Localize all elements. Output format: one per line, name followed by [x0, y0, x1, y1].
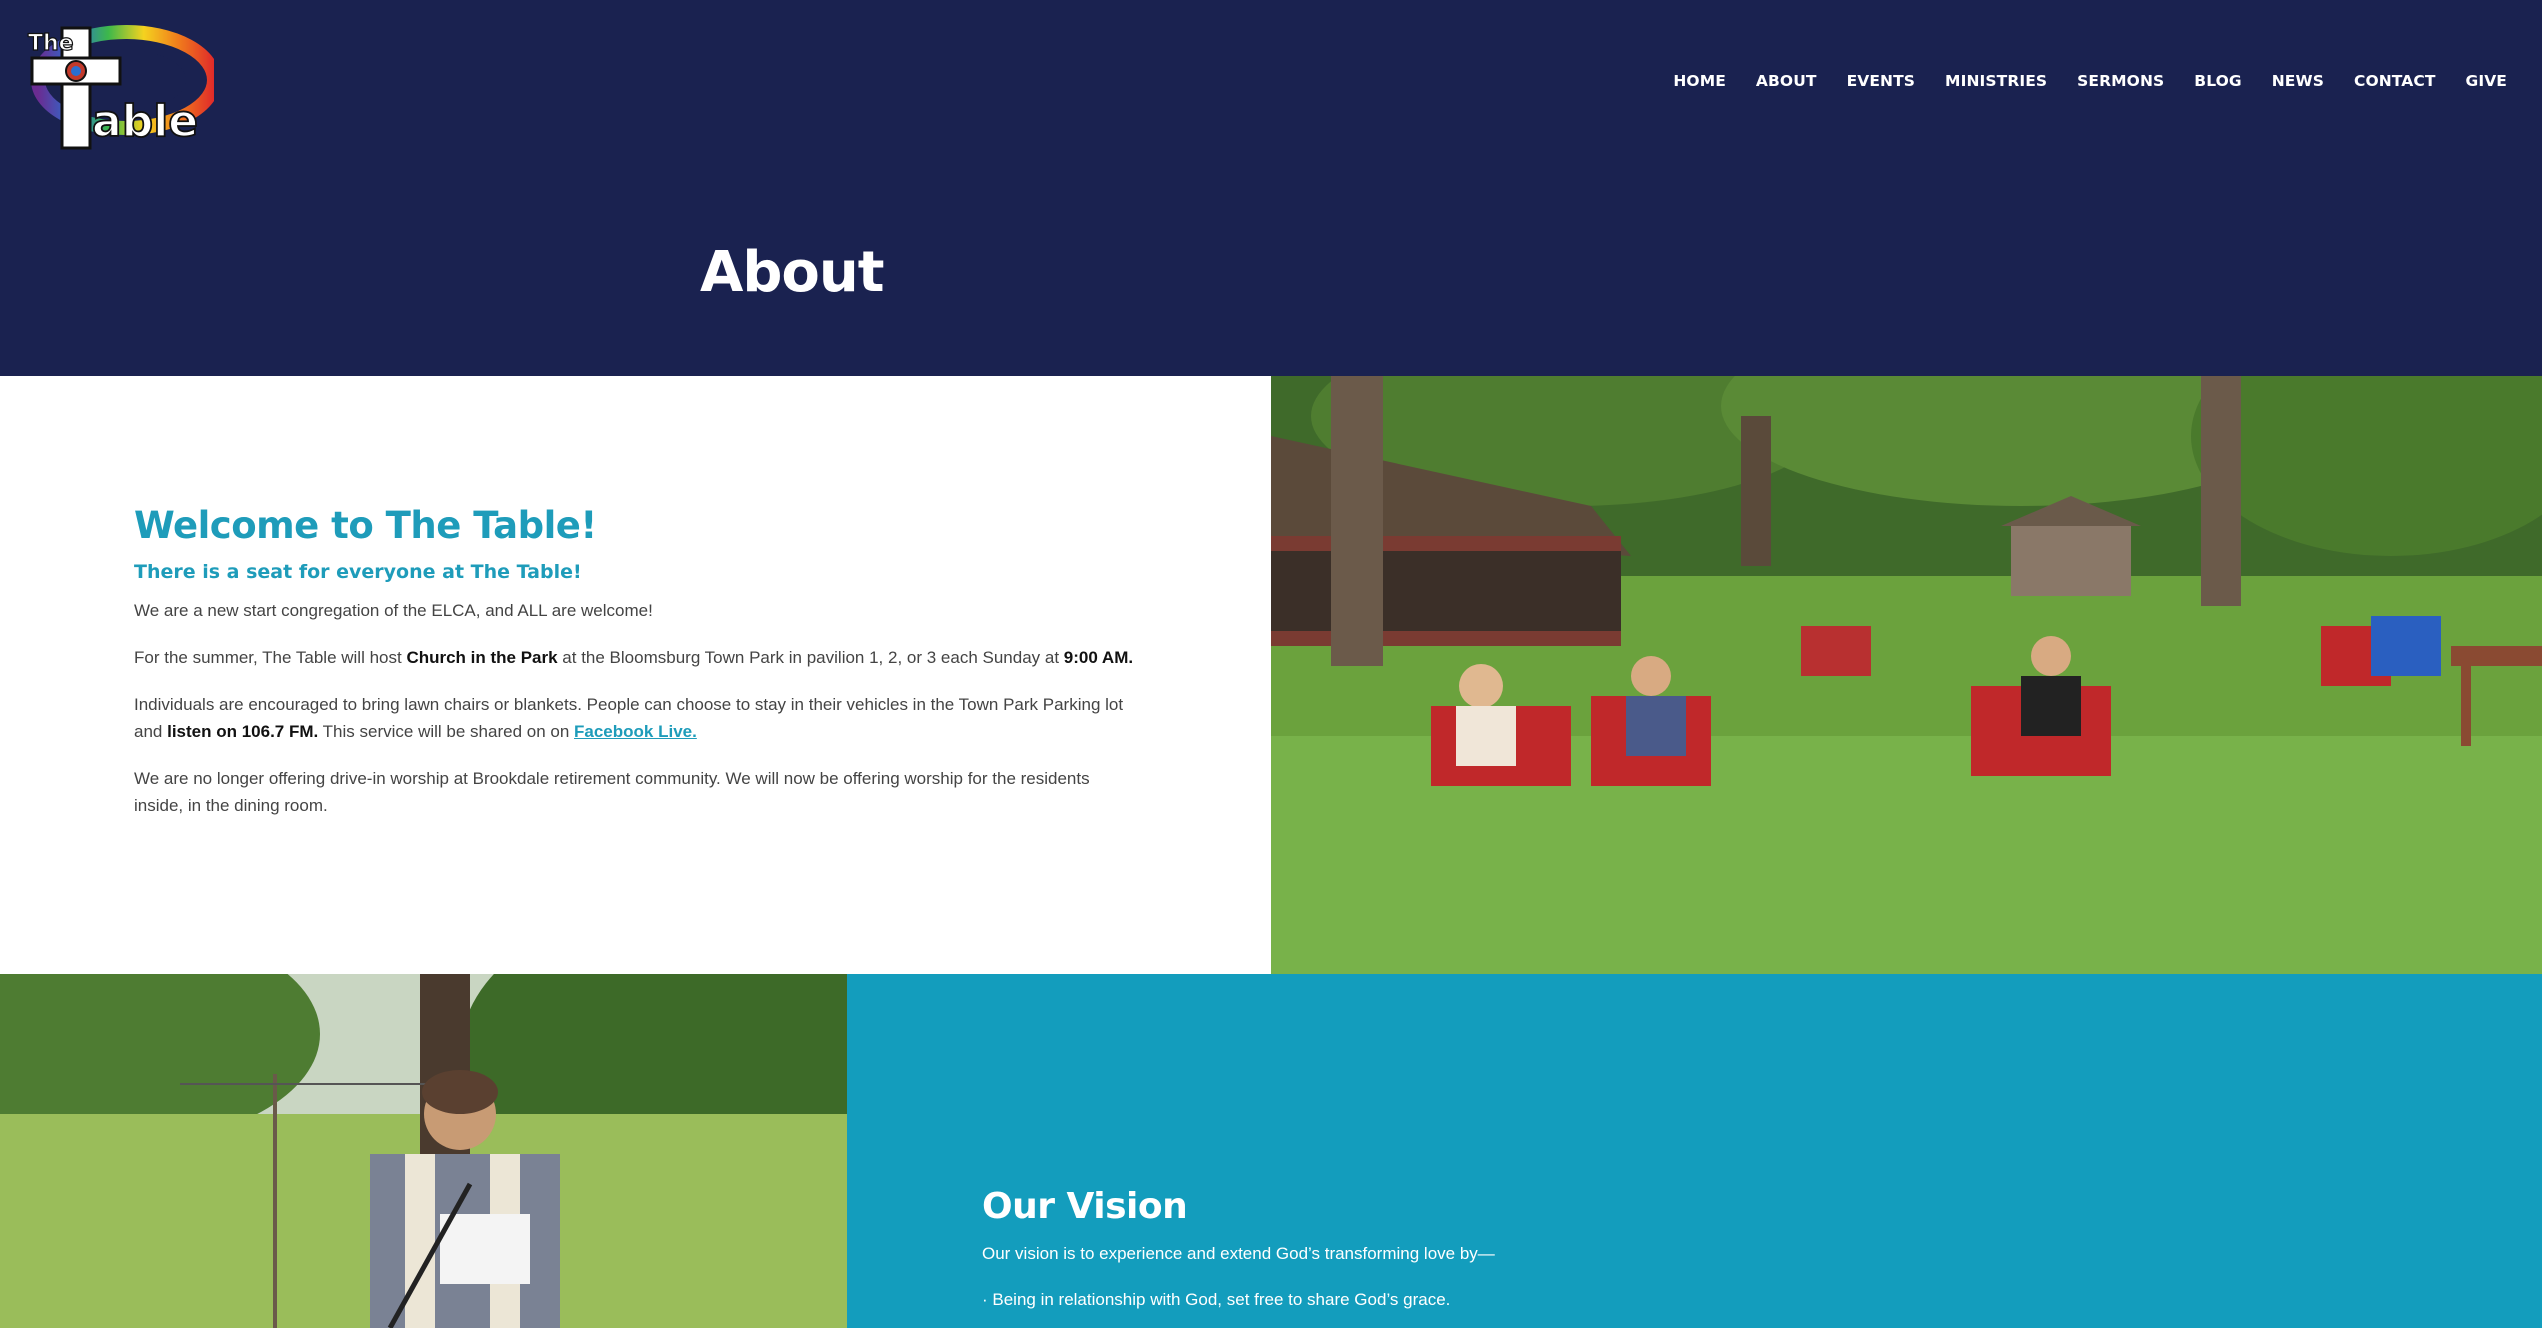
vision-bullet-1: · Being in relationship with God, set fr… — [982, 1290, 1451, 1309]
nav-ministries[interactable]: MINISTRIES — [1930, 72, 2062, 90]
nav-contact[interactable]: CONTACT — [2339, 72, 2451, 90]
p2-text-b: at the Bloomsburg Town Park in pavilion … — [557, 648, 1064, 667]
p2-text-a: For the summer, The Table will host — [134, 648, 407, 667]
vision-intro: Our vision is to experience and extend G… — [982, 1244, 1495, 1263]
nav-give[interactable]: GIVE — [2451, 72, 2522, 90]
site-header: The able HOME ABOUT EVENTS MINISTRIES SE… — [0, 0, 2542, 376]
vision-content: Our Vision Our vision is to experience a… — [982, 1186, 2382, 1328]
nav-home[interactable]: HOME — [1658, 72, 1741, 90]
welcome-paragraph-4: We are no longer offering drive-in worsh… — [134, 769, 1090, 815]
welcome-heading: Welcome to The Table! — [134, 504, 597, 547]
main-nav: HOME ABOUT EVENTS MINISTRIES SERMONS BLO… — [1658, 72, 2522, 90]
p3-text-b: This service will be shared on on — [318, 722, 575, 741]
p2-church-in-park: Church in the Park — [406, 648, 558, 667]
nav-blog[interactable]: BLOG — [2179, 72, 2256, 90]
pastor-preaching-photo — [0, 974, 847, 1328]
welcome-section: Welcome to The Table! There is a seat fo… — [0, 376, 1271, 974]
p3-radio: listen on 106.7 FM. — [167, 722, 319, 741]
vision-section: Our Vision Our vision is to experience a… — [847, 974, 2542, 1328]
facebook-live-link[interactable]: Facebook Live. — [574, 722, 697, 741]
logo-word-able: able — [92, 96, 198, 147]
pastor-scene-image — [0, 974, 847, 1328]
nav-about[interactable]: ABOUT — [1741, 72, 1832, 90]
church-in-park-photo — [1271, 376, 2542, 974]
site-logo[interactable]: The able — [18, 18, 221, 154]
nav-sermons[interactable]: SERMONS — [2062, 72, 2179, 90]
logo-word-the: The — [28, 31, 74, 56]
vision-heading: Our Vision — [982, 1186, 1188, 1227]
welcome-paragraph-1: We are a new start congregation of the E… — [134, 601, 653, 620]
welcome-subheading: There is a seat for everyone at The Tabl… — [134, 561, 582, 583]
welcome-paragraph-3: Individuals are encouraged to bring lawn… — [134, 691, 1134, 745]
nav-news[interactable]: NEWS — [2257, 72, 2339, 90]
p2-time: 9:00 AM. — [1063, 648, 1134, 667]
welcome-paragraph-2: For the summer, The Table will host Chur… — [134, 644, 1134, 671]
park-scene-image — [1271, 376, 2542, 974]
logo-graphic: The able — [27, 25, 221, 150]
page-title: About — [700, 240, 885, 305]
welcome-content: Welcome to The Table! There is a seat fo… — [134, 504, 1134, 839]
nav-events[interactable]: EVENTS — [1832, 72, 1930, 90]
